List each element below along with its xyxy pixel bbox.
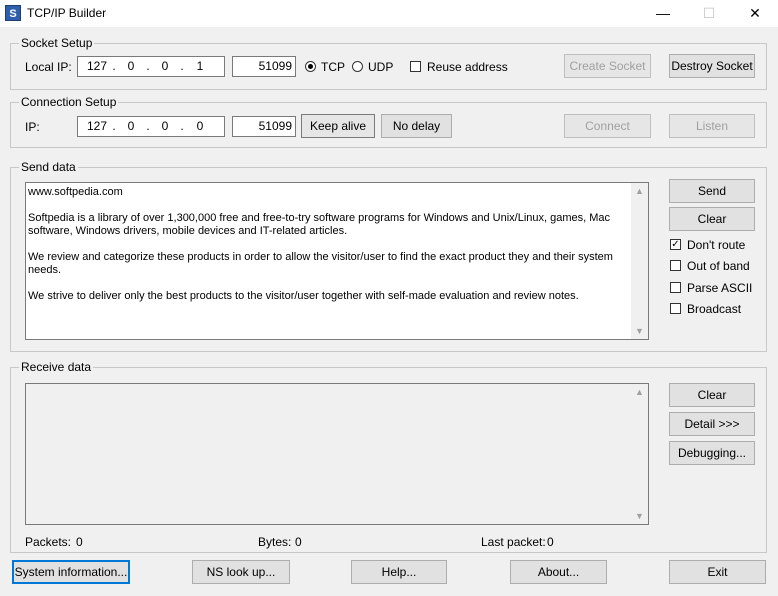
listen-button[interactable]: Listen [669, 114, 755, 138]
ip-dot: . [112, 59, 116, 73]
scroll-up-icon[interactable]: ▲ [631, 387, 648, 397]
detail-button[interactable]: Detail >>> [669, 412, 755, 436]
send-data-label: Send data [19, 160, 78, 174]
remote-ip-input[interactable]: 127 . 0 . 0 . 0 [77, 116, 225, 137]
local-ip-input[interactable]: 127 . 0 . 0 . 1 [77, 56, 225, 77]
udp-label: UDP [368, 60, 394, 74]
dont-route-label: Don't route [687, 238, 746, 252]
remote-ip-octet-4: 0 [196, 119, 204, 133]
remote-ip-octet-2: 0 [127, 119, 135, 133]
send-clear-button[interactable]: Clear [669, 207, 755, 231]
dont-route-checkbox[interactable]: ✓ [670, 239, 681, 250]
exit-button[interactable]: Exit [669, 560, 766, 584]
last-packet-label: Last packet: [481, 535, 546, 549]
system-information-button[interactable]: System information... [12, 560, 130, 584]
ns-lookup-button[interactable]: NS look up... [192, 560, 290, 584]
local-port-input[interactable]: 51099 [232, 56, 296, 77]
scroll-up-icon[interactable]: ▲ [631, 186, 648, 196]
send-data-text: www.softpedia.com Softpedia is a library… [28, 186, 613, 302]
send-button[interactable]: Send [669, 179, 755, 203]
help-button[interactable]: Help... [351, 560, 447, 584]
parse-ascii-checkbox[interactable] [670, 282, 681, 293]
connect-button[interactable]: Connect [564, 114, 651, 138]
broadcast-label: Broadcast [687, 302, 742, 316]
debugging-button[interactable]: Debugging... [669, 441, 755, 465]
scroll-down-icon[interactable]: ▼ [631, 511, 648, 521]
tcp-radio[interactable] [305, 61, 316, 72]
connection-setup-label: Connection Setup [19, 95, 119, 109]
reuse-address-label: Reuse address [427, 60, 508, 74]
ip-dot: . [146, 119, 150, 133]
tcp-label: TCP [321, 60, 345, 74]
local-ip-octet-2: 0 [127, 59, 135, 73]
destroy-socket-button[interactable]: Destroy Socket [669, 54, 755, 78]
udp-radio[interactable] [352, 61, 363, 72]
ip-dot: . [180, 59, 184, 73]
send-scrollbar[interactable]: ▲ ▼ [631, 183, 648, 339]
packets-value: 0 [76, 535, 83, 549]
remote-ip-octet-1: 127 [86, 119, 108, 133]
local-ip-octet-4: 1 [196, 59, 204, 73]
broadcast-checkbox[interactable] [670, 303, 681, 314]
receive-data-textarea[interactable]: ▲ ▼ [25, 383, 649, 525]
ip-dot: . [180, 119, 184, 133]
ip-dot: . [146, 59, 150, 73]
window-title: TCP/IP Builder [27, 6, 107, 20]
packets-label: Packets: [25, 535, 72, 549]
receive-clear-button[interactable]: Clear [669, 383, 755, 407]
parse-ascii-label: Parse ASCII [687, 281, 753, 295]
bytes-value: 0 [295, 535, 302, 549]
remote-ip-octet-3: 0 [161, 119, 169, 133]
send-data-textarea[interactable]: www.softpedia.com Softpedia is a library… [25, 182, 649, 340]
local-ip-octet-1: 127 [86, 59, 108, 73]
about-button[interactable]: About... [510, 560, 607, 584]
remote-port-input[interactable]: 51099 [232, 116, 296, 137]
minimize-button[interactable]: — [640, 0, 686, 27]
keep-alive-button[interactable]: Keep alive [301, 114, 375, 138]
bytes-label: Bytes: [258, 535, 292, 549]
scroll-down-icon[interactable]: ▼ [631, 326, 648, 336]
ip-dot: . [112, 119, 116, 133]
out-of-band-checkbox[interactable] [670, 260, 681, 271]
app-icon: S [5, 5, 21, 21]
radio-selected-dot [308, 64, 313, 69]
close-button[interactable]: ✕ [732, 0, 778, 27]
local-ip-label: Local IP: [25, 60, 72, 74]
receive-scrollbar[interactable]: ▲ ▼ [631, 384, 648, 524]
local-ip-octet-3: 0 [161, 59, 169, 73]
out-of-band-label: Out of band [687, 259, 750, 273]
maximize-button[interactable]: ☐ [686, 0, 732, 27]
reuse-address-checkbox[interactable] [410, 61, 421, 72]
no-delay-button[interactable]: No delay [381, 114, 452, 138]
last-packet-value: 0 [547, 535, 554, 549]
socket-setup-label: Socket Setup [19, 36, 95, 50]
receive-data-label: Receive data [19, 360, 94, 374]
create-socket-button[interactable]: Create Socket [564, 54, 651, 78]
connection-ip-label: IP: [25, 120, 40, 134]
